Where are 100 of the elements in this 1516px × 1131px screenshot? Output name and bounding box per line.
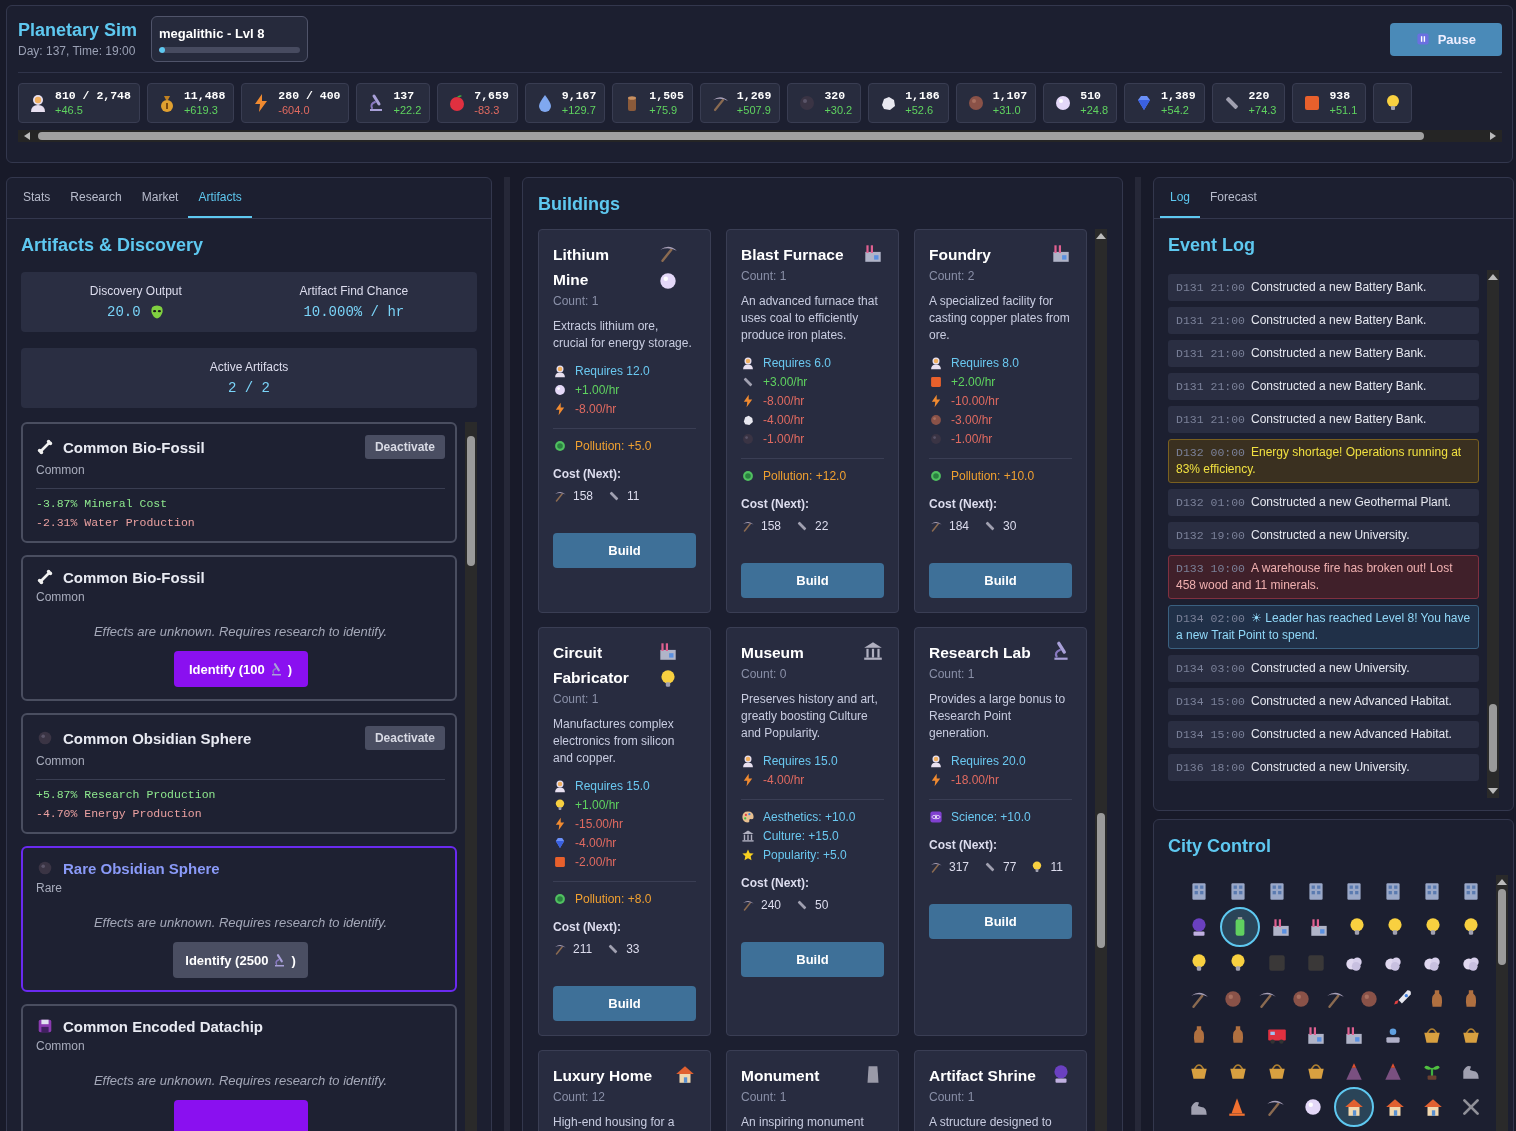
panel-heading: Event Log [1168,235,1256,256]
cost-amount: 317 [949,860,970,874]
log-message: D131 21:00 Constructed a new Battery Bank. [1176,279,1428,296]
artifact-name: Common Encoded Datachip [63,1017,265,1035]
building-name: Monument [741,1066,820,1086]
build-button[interactable]: Build [741,563,884,598]
stat-label: Artifact Find Chance [299,284,409,298]
building-bonus: Pollution: +8.0 [575,892,652,906]
build-button[interactable]: Build [929,904,1072,939]
resource-rate: +129.7 [561,104,597,116]
building-description: An advanced furnace that uses coal to efficiently produce iron plates. [741,293,879,344]
artifact-effect: +5.87% Research Production [36,788,217,801]
resource-amount: 220 [1248,89,1271,102]
building-description: Preserves history and art, greatly boosting Culture and Popularity. [741,691,879,742]
tab[interactable]: Artifacts [188,178,252,218]
artifact-effect: -3.87% Mineral Cost [36,497,169,510]
tab[interactable]: Market [131,178,189,218]
resource-amount: 1,186 [905,89,940,102]
log-message: D131 21:00 Constructed a new Battery Bank. [1176,411,1428,428]
resource-rate: -83.3 [474,104,501,116]
build-button[interactable]: Build [553,533,696,568]
cost-label: Cost (Next): [929,838,998,852]
resource-rate: +74.3 [1248,104,1277,116]
resource-rate: +51.1 [1329,104,1358,116]
tab[interactable]: Research [60,178,132,218]
building-effect: -4.00/hr [763,773,805,787]
building-effect: Requires 8.0 [951,356,1020,370]
building-description: A specialized facility for casting copper plates from ore. [929,293,1071,344]
identify-button[interactable]: Identify (100 ) [173,651,308,687]
log-message: D133 10:00 A warehouse fire has broken out! Lost 458 wood and 11 minerals. [1176,560,1454,594]
build-button[interactable]: Build [553,986,696,1021]
resource-rate: +52.6 [905,104,935,116]
unknown-note: Effects are unknown. Requires research to identify. [92,624,389,639]
stat-label: Active Artifacts [209,360,289,374]
building-effect: -4.00/hr [763,413,805,427]
building-effect: +2.00/hr [951,375,996,389]
tab[interactable]: Stats [13,178,61,218]
resource-rate: +75.9 [649,104,679,116]
resource-rate: +619.3 [183,104,219,116]
stat-value: 10.000% / hr [303,304,405,320]
building-effect: Requires 15.0 [575,779,650,793]
building-bonus: Culture: +15.0 [763,829,839,843]
building-count: Count: 0 [741,667,788,681]
log-message: D132 01:00 Constructed a new Geothermal Plant. [1176,494,1453,511]
tab[interactable]: Forecast [1200,178,1267,218]
log-message: D134 15:00 Constructed a new Advanced Habitat. [1176,693,1453,710]
tab[interactable]: Log [1160,178,1201,218]
building-name: Museum [741,643,804,663]
build-button[interactable]: Build [929,563,1072,598]
cost-amount: 184 [949,519,970,533]
artifact-name: Common Obsidian Sphere [63,729,253,747]
stat-label: Discovery Output [89,284,182,298]
resource-amount: 9,167 [561,89,597,102]
building-description: Provides a large bonus to Research Point generation. [929,691,1067,742]
resource-amount: 7,659 [474,89,509,102]
build-button[interactable]: Build [741,942,884,977]
resource-rate: +24.8 [1080,104,1109,116]
cost-label: Cost (Next): [553,467,622,481]
building-effect: -8.00/hr [575,402,617,416]
cost-label: Cost (Next): [553,920,622,934]
building-effect: +1.00/hr [575,383,620,397]
building-count: Count: 1 [741,1090,788,1104]
building-name: Foundry [929,245,991,265]
pause-button[interactable]: Pause [1389,22,1502,56]
cost-amount: 158 [761,519,782,533]
cost-amount: 240 [761,898,782,912]
building-description: Extracts lithium ore, crucial for energy storage. [553,318,693,352]
log-message: D134 15:00 Constructed a new Advanced Habitat. [1176,726,1453,743]
building-effect: -15.00/hr [575,817,624,831]
building-name: Research Lab [929,643,1031,663]
building-effect: -2.00/hr [575,855,617,869]
resource-amount: 1,389 [1161,89,1196,102]
resource-rate: +46.5 [55,104,84,116]
cost-amount: 158 [573,489,594,503]
stat-value: 20.0 [107,304,141,320]
building-count: Count: 1 [929,667,976,681]
resource-amount: 11,488 [183,89,226,102]
resource-amount: 938 [1329,89,1352,102]
building-effect: -1.00/hr [763,432,805,446]
building-count: Count: 1 [553,294,600,308]
deactivate-button[interactable]: Deactivate [364,435,445,459]
resource-amount: 320 [824,89,847,102]
panel-heading: Buildings [538,194,621,215]
resource-amount: 280 / 400 [278,89,341,102]
resource-rate: -604.0 [278,104,311,116]
building-bonus: Pollution: +10.0 [951,469,1035,483]
building-effect: Requires 20.0 [951,754,1026,768]
building-effect: -3.00/hr [951,413,993,427]
building-effect: -1.00/hr [951,432,993,446]
log-message: D131 21:00 Constructed a new Battery Bank. [1176,378,1428,395]
resource-amount: 810 / 2,748 [55,89,131,102]
log-message: D131 21:00 Constructed a new Battery Bank. [1176,312,1428,329]
log-message: D131 21:00 Constructed a new Battery Bank. [1176,345,1428,362]
day-time: Day: 137, Time: 19:00 [18,44,137,58]
building-name: Circuit Fabricator [553,643,630,688]
building-name: Blast Furnace [741,245,844,265]
building-name: Artifact Shrine [929,1066,1036,1086]
deactivate-button[interactable]: Deactivate [364,726,445,750]
identify-button[interactable]: Identify (2500 ) [173,942,308,978]
artifact-name: Rare Obsidian Sphere [63,859,221,877]
